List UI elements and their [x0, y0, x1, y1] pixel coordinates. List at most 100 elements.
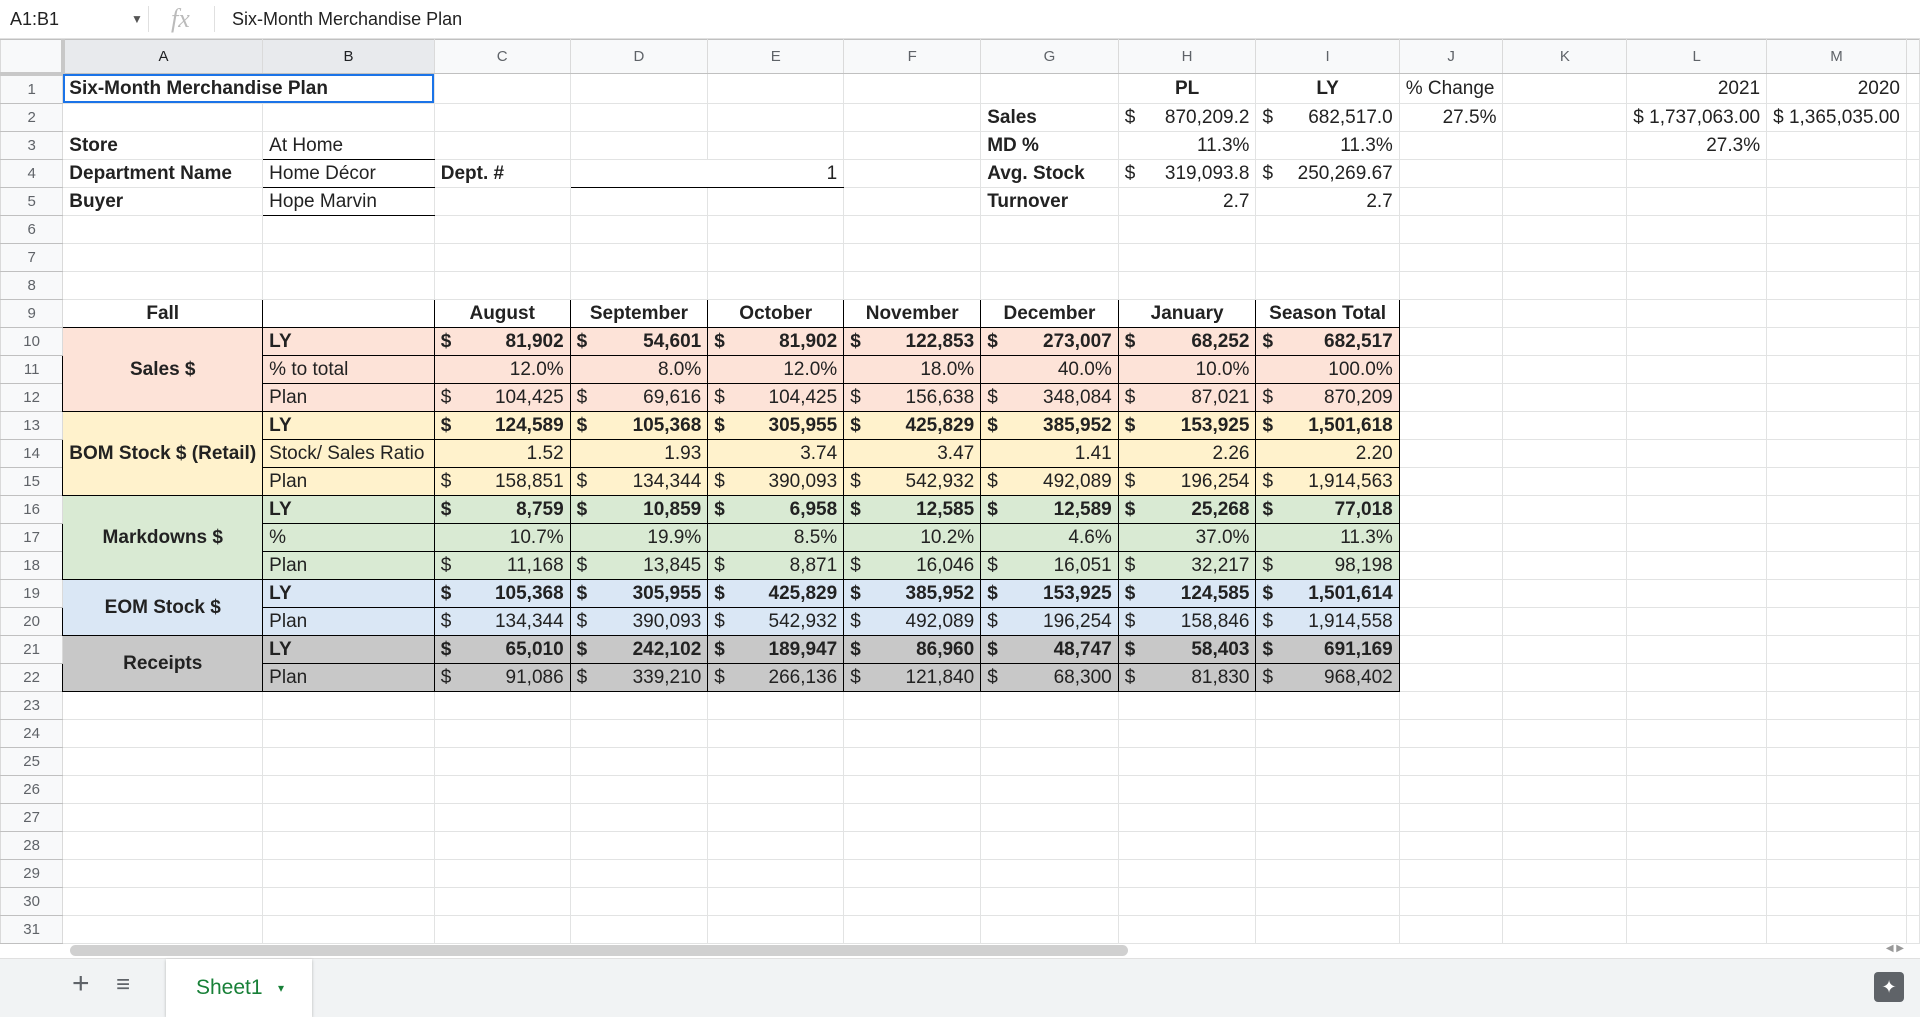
- cell[interactable]: [1255, 746, 1400, 776]
- summary-change[interactable]: 27.5%: [1398, 102, 1504, 132]
- cell[interactable]: [262, 102, 435, 132]
- month-header[interactable]: October: [707, 298, 845, 328]
- cell[interactable]: [1502, 438, 1628, 468]
- plan-cell[interactable]: $1,914,558: [1255, 606, 1400, 636]
- plan-cell[interactable]: $390,093: [707, 466, 845, 496]
- cell[interactable]: [1906, 914, 1920, 944]
- buyer-label[interactable]: Buyer: [62, 186, 264, 216]
- cell[interactable]: [1398, 326, 1504, 356]
- plan-cell[interactable]: 2.26: [1117, 438, 1257, 468]
- cell[interactable]: [1502, 550, 1628, 580]
- cell[interactable]: [62, 690, 264, 720]
- cell[interactable]: [1626, 270, 1768, 300]
- cell[interactable]: [1626, 550, 1768, 580]
- cell[interactable]: [843, 746, 982, 776]
- cell[interactable]: [707, 130, 845, 160]
- cell[interactable]: [1398, 214, 1504, 244]
- row-header[interactable]: 13: [0, 410, 64, 440]
- plan-cell[interactable]: $273,007: [980, 326, 1119, 356]
- plan-cell[interactable]: $12,585: [843, 494, 982, 524]
- plan-cell[interactable]: $121,840: [843, 662, 982, 692]
- cell[interactable]: [1906, 242, 1920, 272]
- cell[interactable]: [1502, 830, 1628, 860]
- plan-cell[interactable]: $492,089: [843, 606, 982, 636]
- plan-cell[interactable]: 12.0%: [433, 354, 571, 384]
- cell[interactable]: [707, 746, 845, 776]
- cell[interactable]: [1117, 270, 1257, 300]
- cell[interactable]: [1398, 606, 1504, 636]
- cell[interactable]: [1766, 634, 1907, 664]
- cell[interactable]: [1626, 662, 1768, 692]
- cell[interactable]: [1502, 298, 1628, 328]
- metric-label[interactable]: Plan: [262, 466, 435, 496]
- plan-cell[interactable]: $158,846: [1117, 606, 1257, 636]
- cell[interactable]: [1255, 858, 1400, 888]
- cell[interactable]: [843, 73, 982, 104]
- cell[interactable]: [1398, 690, 1504, 720]
- column-header-h[interactable]: H: [1117, 39, 1257, 74]
- plan-cell[interactable]: $13,845: [569, 550, 709, 580]
- cell[interactable]: [1766, 158, 1907, 188]
- plan-cell[interactable]: 18.0%: [843, 354, 982, 384]
- row-header[interactable]: 18: [0, 550, 64, 580]
- cell[interactable]: [1906, 466, 1920, 496]
- cell[interactable]: [980, 830, 1119, 860]
- plan-cell[interactable]: 4.6%: [980, 522, 1119, 552]
- row-header[interactable]: 4: [0, 158, 64, 188]
- store-label[interactable]: Store: [62, 130, 264, 160]
- cell[interactable]: [1766, 326, 1907, 356]
- plan-cell[interactable]: 1.52: [433, 438, 571, 468]
- cell[interactable]: [843, 886, 982, 916]
- cell[interactable]: [1255, 270, 1400, 300]
- cell[interactable]: [1766, 522, 1907, 552]
- cell[interactable]: [1906, 102, 1920, 132]
- row-header[interactable]: 28: [0, 830, 64, 860]
- summary-2020-header[interactable]: 2020: [1766, 73, 1907, 104]
- cell[interactable]: [1255, 690, 1400, 720]
- row-header[interactable]: 2: [0, 102, 64, 132]
- cell[interactable]: [1398, 522, 1504, 552]
- cell[interactable]: [1626, 382, 1768, 412]
- cell[interactable]: [980, 774, 1119, 804]
- plan-cell[interactable]: $16,051: [980, 550, 1119, 580]
- cell[interactable]: [262, 746, 435, 776]
- cell[interactable]: [262, 886, 435, 916]
- cell[interactable]: [433, 130, 571, 160]
- plan-cell[interactable]: $54,601: [569, 326, 709, 356]
- group-label[interactable]: Markdowns $: [62, 494, 264, 580]
- cell[interactable]: [1502, 718, 1628, 748]
- row-header[interactable]: 24: [0, 718, 64, 748]
- cell[interactable]: [1502, 102, 1628, 132]
- name-box[interactable]: A1:B1: [10, 9, 59, 30]
- cell[interactable]: [1906, 438, 1920, 468]
- month-header[interactable]: January: [1117, 298, 1257, 328]
- cell[interactable]: [1502, 746, 1628, 776]
- cell[interactable]: [1502, 802, 1628, 832]
- cell[interactable]: [1766, 270, 1907, 300]
- month-header[interactable]: Season Total: [1255, 298, 1400, 328]
- plan-cell[interactable]: $25,268: [1117, 494, 1257, 524]
- plan-cell[interactable]: $153,925: [980, 578, 1119, 608]
- cell[interactable]: [707, 102, 845, 132]
- cell[interactable]: [569, 718, 709, 748]
- cell[interactable]: [1626, 578, 1768, 608]
- cell[interactable]: [1906, 718, 1920, 748]
- metric-label[interactable]: LY: [262, 326, 435, 356]
- cell[interactable]: [262, 718, 435, 748]
- cell[interactable]: [1255, 774, 1400, 804]
- cell[interactable]: [707, 802, 845, 832]
- row-header[interactable]: 10: [0, 326, 64, 356]
- cell[interactable]: [1398, 186, 1504, 216]
- cell[interactable]: [1766, 718, 1907, 748]
- plan-cell[interactable]: $91,086: [433, 662, 571, 692]
- cell[interactable]: [1626, 830, 1768, 860]
- cell[interactable]: [1502, 382, 1628, 412]
- cell[interactable]: [1906, 578, 1920, 608]
- cell[interactable]: [843, 270, 982, 300]
- cell[interactable]: [1626, 858, 1768, 888]
- cell[interactable]: [1906, 830, 1920, 860]
- season-label[interactable]: Fall: [62, 298, 264, 328]
- cell[interactable]: [843, 186, 982, 216]
- plan-cell[interactable]: $86,960: [843, 634, 982, 664]
- column-header-g[interactable]: G: [980, 39, 1119, 74]
